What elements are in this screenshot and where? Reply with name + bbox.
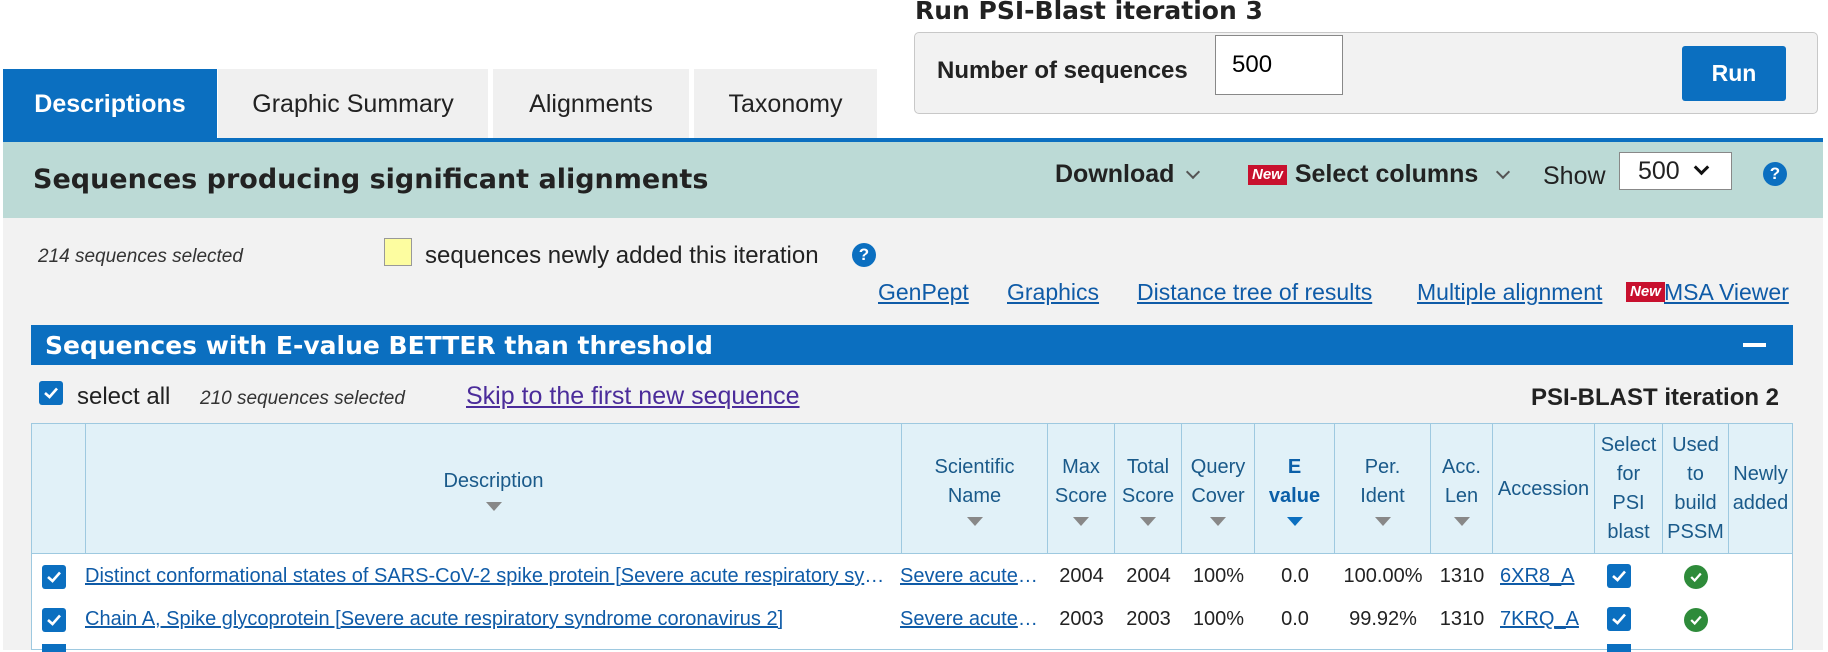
help-icon[interactable]: ? bbox=[852, 243, 876, 267]
new-badge: New bbox=[1248, 164, 1287, 185]
selected-count: 214 sequences selected bbox=[38, 246, 243, 267]
col-total-score[interactable]: Total Score bbox=[1115, 424, 1182, 554]
col-used-to-build-pssm: Used to build PSSM bbox=[1663, 424, 1729, 554]
chevron-down-icon bbox=[1693, 159, 1709, 176]
query-cover: 100% bbox=[1192, 565, 1245, 587]
msa-viewer-link[interactable]: MSA Viewer bbox=[1664, 279, 1789, 306]
sort-icon bbox=[1140, 516, 1156, 526]
multiple-alignment-link[interactable]: Multiple alignment bbox=[1417, 279, 1602, 306]
accession-link[interactable]: 7KRQ_A bbox=[1500, 608, 1579, 631]
psi-blast-checkbox[interactable] bbox=[1607, 564, 1631, 588]
show-label: Show bbox=[1543, 162, 1606, 190]
distance-tree-link[interactable]: Distance tree of results bbox=[1137, 279, 1372, 306]
check-circle-icon bbox=[1684, 608, 1708, 632]
col-acc-len[interactable]: Acc. Len bbox=[1431, 424, 1493, 554]
scientific-name-link[interactable]: Severe acute respiratory syndrome corona… bbox=[900, 608, 1042, 631]
total-score: 2003 bbox=[1126, 608, 1171, 630]
col-description[interactable]: Description bbox=[86, 424, 902, 554]
col-select-for-psi-blast: Select for PSI blast bbox=[1595, 424, 1663, 554]
select-columns-label: Select columns bbox=[1294, 160, 1479, 188]
iteration-label: PSI-BLAST iteration 2 bbox=[1531, 384, 1780, 411]
max-score: 2003 bbox=[1059, 608, 1104, 630]
max-score: 2004 bbox=[1059, 565, 1104, 587]
psiblast-title: Run PSI-Blast iteration 3 bbox=[915, 0, 1263, 25]
col-max-score[interactable]: Max Score bbox=[1048, 424, 1115, 554]
accession-link[interactable]: 6XR8_A bbox=[1500, 565, 1575, 588]
download-menu[interactable]: Download bbox=[1055, 160, 1201, 189]
select-all-label: select all bbox=[77, 383, 171, 410]
sort-icon bbox=[1453, 516, 1470, 526]
section-title: Sequences with E-value BETTER than thres… bbox=[45, 331, 713, 360]
tab-graphic-summary[interactable]: Graphic Summary bbox=[218, 69, 488, 139]
row-select-checkbox[interactable] bbox=[42, 565, 66, 589]
psi-blast-checkbox[interactable] bbox=[1607, 607, 1631, 631]
acc-len: 1310 bbox=[1439, 608, 1485, 630]
num-sequences-label: Number of sequences bbox=[937, 57, 1188, 84]
download-label: Download bbox=[1055, 160, 1175, 188]
query-cover: 100% bbox=[1192, 608, 1245, 630]
table-header: Description Scientific Name Max Score Tota… bbox=[32, 424, 1792, 554]
psi-blast-checkbox[interactable] bbox=[1607, 644, 1631, 652]
graphics-link[interactable]: Graphics bbox=[1007, 279, 1099, 306]
table-row: Distinct conformational states of SARS-C… bbox=[32, 555, 1792, 598]
legend-text: sequences newly added this iteration bbox=[425, 242, 819, 269]
results-header: Sequences producing significant alignmen… bbox=[3, 142, 1823, 218]
psiblast-panel: Number of sequences Run bbox=[914, 32, 1818, 114]
col-scientific-name[interactable]: Scientific Name bbox=[902, 424, 1048, 554]
description-link[interactable]: Distinct conformational states of SARS-C… bbox=[85, 565, 895, 588]
scientific-name-link[interactable]: Severe acute respiratory syndrome corona… bbox=[900, 565, 1042, 588]
genpept-link[interactable]: GenPept bbox=[878, 279, 969, 306]
per-ident: 100.00% bbox=[1343, 565, 1423, 587]
per-ident: 99.92% bbox=[1349, 608, 1417, 630]
col-e-value[interactable]: Evalue bbox=[1255, 424, 1335, 554]
tab-taxonomy[interactable]: Taxonomy bbox=[694, 69, 877, 139]
tab-alignments[interactable]: Alignments bbox=[493, 69, 689, 139]
sort-icon bbox=[966, 516, 983, 526]
num-sequences-input[interactable] bbox=[1215, 35, 1343, 95]
new-badge: New bbox=[1626, 282, 1665, 302]
check-circle-icon bbox=[1684, 565, 1708, 589]
row-select-checkbox[interactable] bbox=[42, 644, 66, 652]
description-link[interactable]: Chain A, Spike glycoprotein [Severe acut… bbox=[85, 608, 895, 631]
header-checkbox-col bbox=[32, 424, 86, 554]
sequences-selected-count: 210 sequences selected bbox=[200, 388, 405, 409]
sort-icon bbox=[1374, 516, 1391, 526]
total-score: 2004 bbox=[1126, 565, 1171, 587]
sort-icon bbox=[1210, 516, 1226, 526]
collapse-icon[interactable] bbox=[1743, 343, 1766, 347]
col-query-cover[interactable]: Query Cover bbox=[1182, 424, 1255, 554]
col-accession[interactable]: Accession bbox=[1493, 424, 1595, 554]
show-select[interactable]: 500 bbox=[1619, 152, 1732, 190]
new-sequence-swatch bbox=[384, 238, 412, 266]
results-table: Description Scientific Name Max Score Tota… bbox=[31, 423, 1793, 652]
select-all-checkbox[interactable] bbox=[39, 381, 63, 405]
e-value: 0.0 bbox=[1281, 565, 1309, 587]
acc-len: 1310 bbox=[1439, 565, 1485, 587]
sort-icon bbox=[1073, 516, 1089, 526]
tab-descriptions[interactable]: Descriptions bbox=[3, 69, 217, 139]
col-newly-added: Newly added bbox=[1732, 463, 1789, 514]
e-value: 0.0 bbox=[1281, 608, 1309, 630]
sort-active-icon bbox=[1286, 516, 1303, 526]
select-columns-menu[interactable]: New Select columns bbox=[1248, 160, 1511, 189]
section-bar: Sequences with E-value BETTER than thres… bbox=[31, 325, 1793, 365]
show-value: 500 bbox=[1638, 156, 1680, 185]
chevron-down-icon bbox=[1496, 164, 1511, 179]
table-row: Chain A, Spike glycoprotein [Severe acut… bbox=[32, 598, 1792, 641]
row-select-checkbox[interactable] bbox=[42, 608, 66, 632]
col-per-ident[interactable]: Per. Ident bbox=[1335, 424, 1431, 554]
run-button[interactable]: Run bbox=[1682, 46, 1786, 101]
skip-to-new-link[interactable]: Skip to the first new sequence bbox=[466, 382, 800, 411]
sort-icon bbox=[485, 502, 502, 511]
help-icon[interactable]: ? bbox=[1763, 162, 1787, 186]
results-title: Sequences producing significant alignmen… bbox=[33, 164, 709, 195]
chevron-down-icon bbox=[1186, 164, 1201, 179]
